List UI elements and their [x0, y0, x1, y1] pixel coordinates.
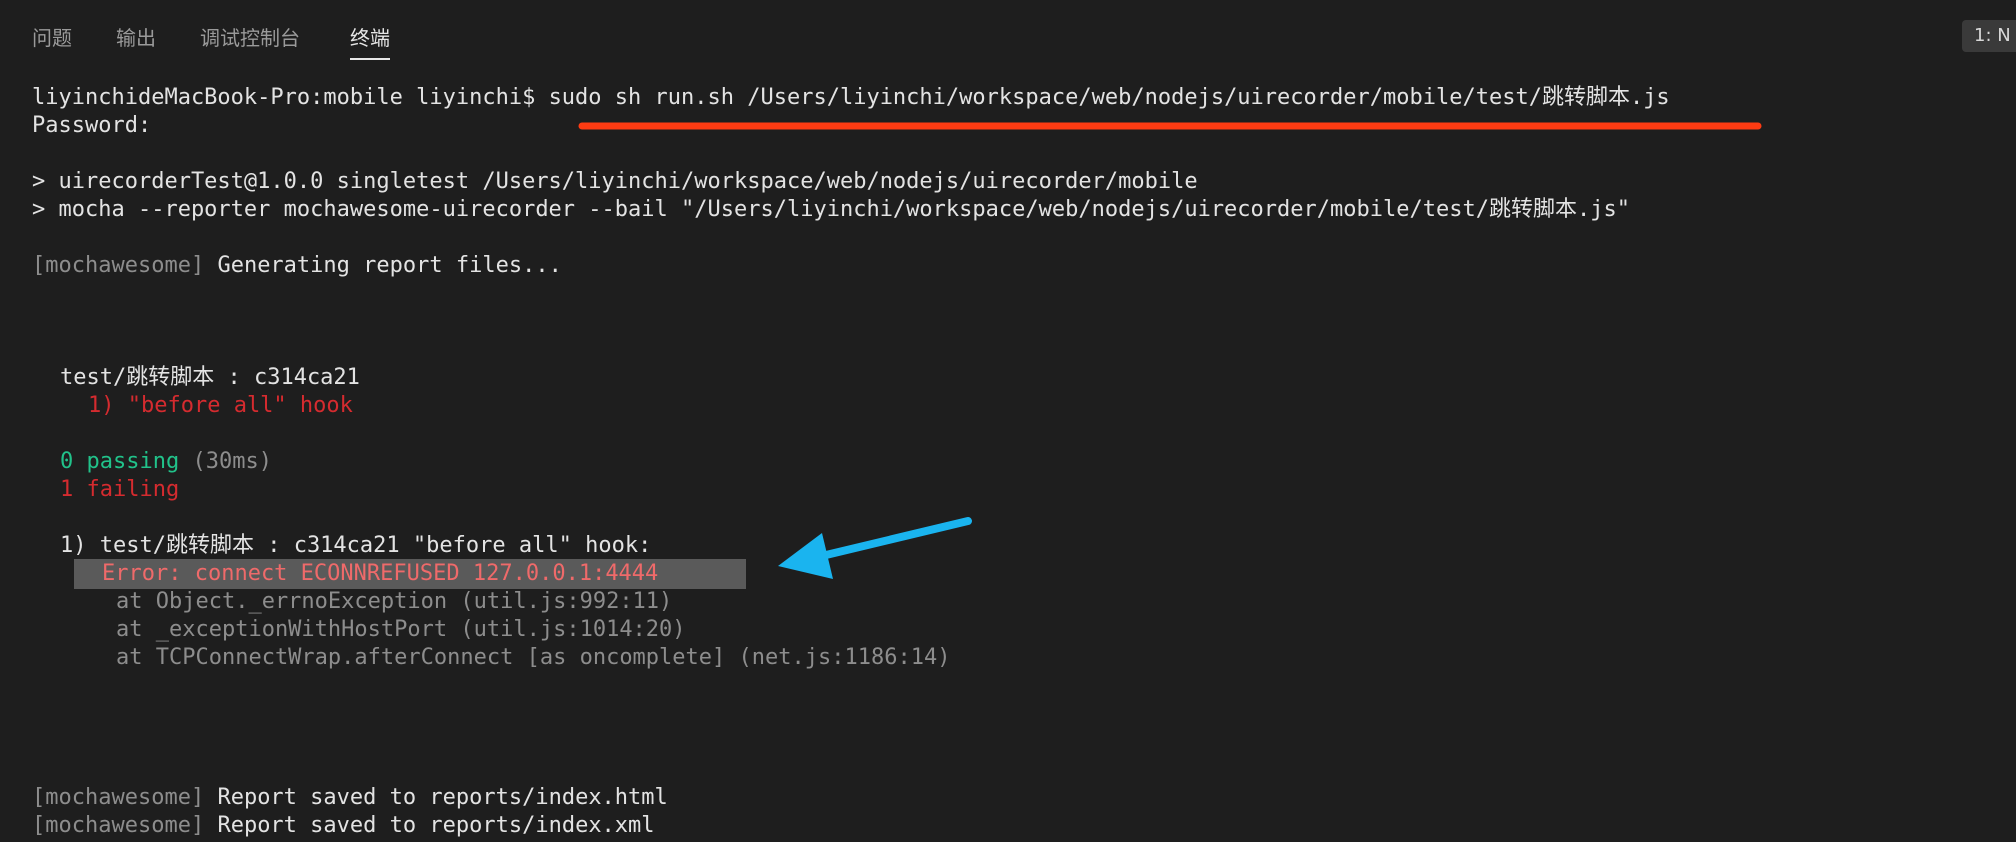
- report-xml-line: [mochawesome] Report saved to reports/in…: [32, 812, 655, 840]
- bracket-close: ]: [190, 785, 218, 810]
- active-tab-indicator: [350, 58, 390, 60]
- failure-title: 1) test/跳转脚本 : c314ca21 "before all" hoo…: [60, 533, 652, 558]
- mocha-command-line: > mocha --reporter mochawesome-uirecorde…: [32, 197, 1630, 222]
- failing-line: 1 failing: [60, 477, 180, 502]
- stack-line: at Object._errnoException (util.js:992:1…: [116, 589, 673, 614]
- command-text: sudo sh run.sh /Users/liyinchi/workspace…: [548, 85, 1670, 110]
- npm-script-line: > uirecorderTest@1.0.0 singletest /Users…: [32, 169, 1198, 194]
- passing-time: (30ms): [179, 449, 272, 474]
- tab-problems[interactable]: 问题: [32, 22, 72, 51]
- suite-title: test/跳转脚本 : c314ca21: [60, 365, 360, 390]
- panel-tab-bar: 问题 输出 调试控制台 终端 1: N: [0, 0, 2016, 72]
- mochawesome-tag: mochawesome: [45, 253, 191, 278]
- bracket-close: ]: [190, 253, 218, 278]
- bracket-open: [: [32, 785, 46, 810]
- tab-terminal[interactable]: 终端: [350, 22, 390, 60]
- failed-hook-line: 1) "before all" hook: [88, 393, 353, 418]
- report-html-line: [mochawesome] Report saved to reports/in…: [32, 784, 668, 812]
- shell-prompt: liyinchideMacBook-Pro:mobile liyinchi$: [32, 85, 549, 110]
- tab-output[interactable]: 输出: [116, 22, 156, 51]
- bracket-close: ]: [190, 813, 218, 838]
- passing-count: 0 passing: [60, 449, 180, 474]
- terminal-output[interactable]: liyinchideMacBook-Pro:mobile liyinchi$ s…: [0, 72, 2016, 842]
- bracket-open: [: [32, 253, 46, 278]
- passing-line: 0 passing (30ms): [60, 448, 272, 476]
- tab-terminal-label: 终端: [350, 26, 390, 50]
- stack-line: at _exceptionWithHostPort (util.js:1014:…: [116, 617, 686, 642]
- terminal-instance-select[interactable]: 1: N: [1962, 20, 2016, 52]
- tab-debug-console[interactable]: 调试控制台: [200, 22, 300, 51]
- bracket-open: [: [32, 813, 46, 838]
- generating-line: [mochawesome] Generating report files...: [32, 252, 562, 280]
- error-message: Error: connect ECONNREFUSED 127.0.0.1:44…: [102, 561, 659, 586]
- stack-line: at TCPConnectWrap.afterConnect [as oncom…: [116, 645, 951, 670]
- mochawesome-tag: mochawesome: [45, 813, 191, 838]
- mochawesome-tag: mochawesome: [45, 785, 191, 810]
- password-prompt: Password:: [32, 113, 152, 138]
- report-html-text: Report saved to reports/index.html: [217, 785, 668, 810]
- generating-text: Generating report files...: [217, 253, 562, 278]
- report-xml-text: Report saved to reports/index.xml: [217, 813, 655, 838]
- command-line: liyinchideMacBook-Pro:mobile liyinchi$ s…: [32, 84, 1670, 112]
